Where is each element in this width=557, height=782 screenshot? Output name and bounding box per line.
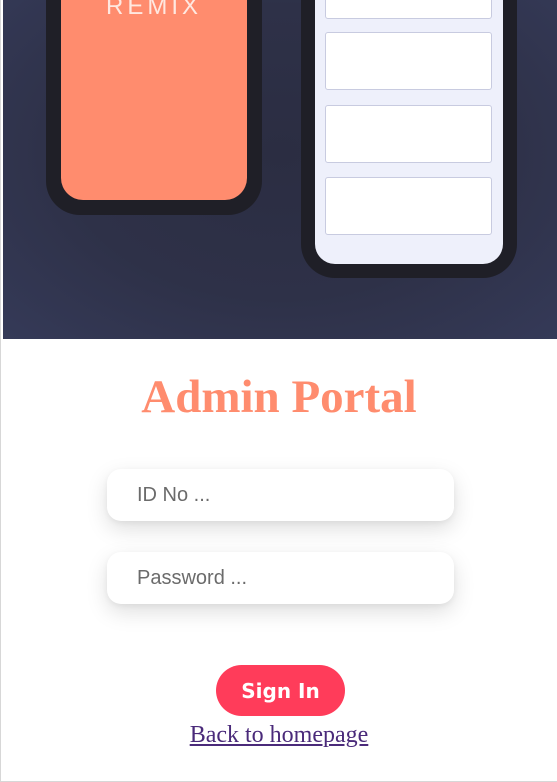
page-title: Admin Portal bbox=[141, 371, 417, 423]
phone-card bbox=[325, 0, 492, 19]
brand-logo-text: REMIX bbox=[105, 0, 202, 20]
sign-in-button[interactable]: Sign In bbox=[216, 665, 345, 716]
phone-card bbox=[325, 105, 492, 163]
phone-mockup-right bbox=[301, 0, 517, 278]
page: REMIX Admin Portal Sign In Back to homep… bbox=[0, 0, 557, 782]
phone-card bbox=[325, 177, 492, 235]
phone-mockup-left: REMIX bbox=[46, 0, 262, 215]
back-to-homepage-link[interactable]: Back to homepage bbox=[190, 722, 369, 748]
id-number-input[interactable] bbox=[107, 469, 454, 521]
card-marker bbox=[388, 33, 391, 36]
phone-right-screen bbox=[315, 0, 503, 264]
back-link-container: Back to homepage bbox=[1, 722, 557, 749]
phone-left-screen: REMIX bbox=[61, 0, 247, 200]
hero-banner: REMIX bbox=[3, 0, 557, 339]
password-input[interactable] bbox=[107, 552, 454, 604]
phone-card bbox=[325, 32, 492, 90]
